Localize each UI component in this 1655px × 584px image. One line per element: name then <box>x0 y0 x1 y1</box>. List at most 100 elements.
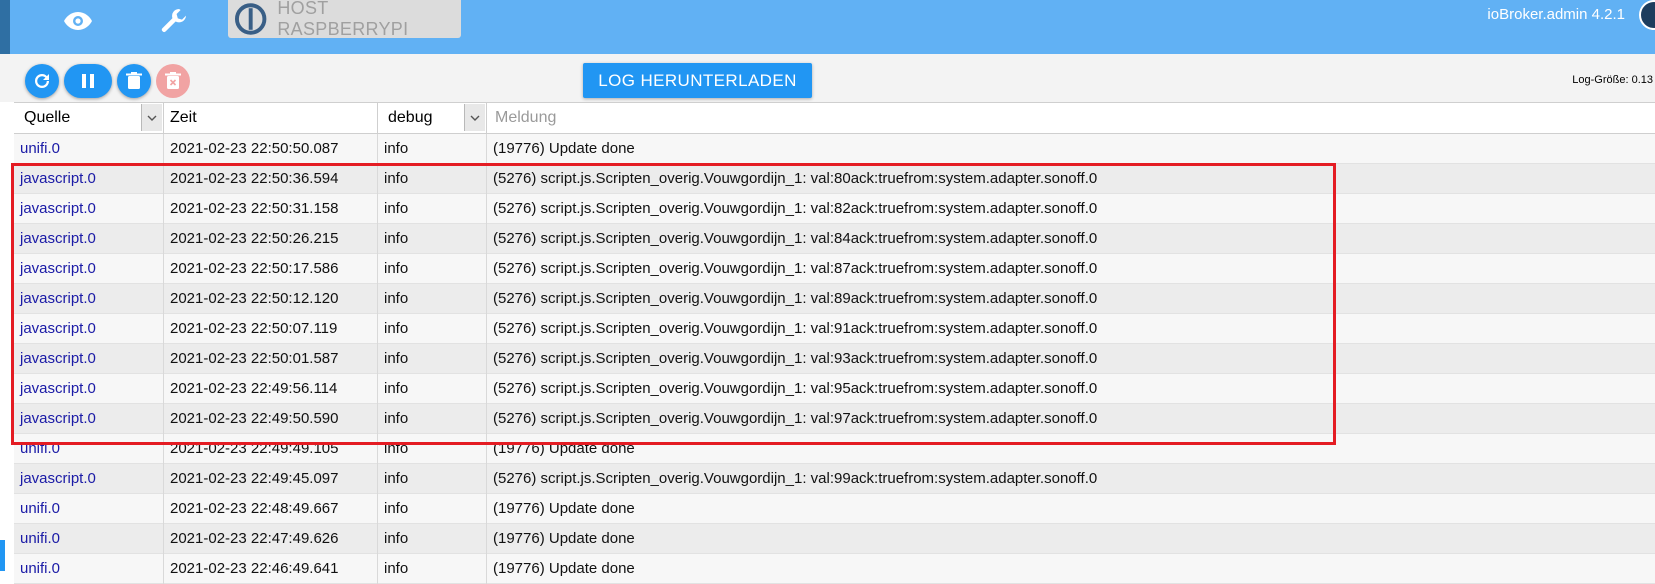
severity-filter-select[interactable]: debug <box>378 103 487 133</box>
log-time-cell: 2021-02-23 22:50:01.587 <box>164 344 378 374</box>
log-source-cell: unifi.0 <box>14 524 164 554</box>
table-row: javascript.0 2021-02-23 22:49:50.590 info (… <box>14 404 1655 434</box>
log-message-cell: (5276) script.js.Scripten_overig.Vouwgor… <box>493 410 1098 427</box>
log-message-cell: (5276) script.js.Scripten_overig.Vouwgor… <box>493 320 1098 337</box>
log-message-cell: (5276) script.js.Scripten_overig.Vouwgor… <box>493 290 1098 307</box>
table-row: unifi.0 2021-02-23 22:47:49.626 info (19776… <box>14 524 1655 554</box>
table-row: javascript.0 2021-02-23 22:50:31.158 info (… <box>14 194 1655 224</box>
trash-icon <box>126 72 142 89</box>
log-time-cell: 2021-02-23 22:49:50.590 <box>164 404 378 434</box>
source-filter-select[interactable]: Quelle <box>14 103 164 133</box>
log-message-cell: (5276) script.js.Scripten_overig.Vouwgor… <box>493 470 1098 487</box>
log-message-cell: (5276) script.js.Scripten_overig.Vouwgor… <box>493 260 1098 277</box>
log-source-cell: javascript.0 <box>14 374 164 404</box>
log-message-cell: (19776) Update done <box>493 440 635 457</box>
log-table: Quelle Zeit debug Meldung unifi.0 2021-02… <box>14 102 1655 584</box>
log-source-cell: javascript.0 <box>14 464 164 494</box>
log-message-cell: (5276) script.js.Scripten_overig.Vouwgor… <box>493 350 1098 367</box>
side-strip <box>0 0 10 54</box>
log-severity-cell: info <box>378 494 487 524</box>
log-severity-cell: info <box>378 554 487 584</box>
log-message-cell: (5276) script.js.Scripten_overig.Vouwgor… <box>493 230 1098 247</box>
log-source-cell: javascript.0 <box>14 404 164 434</box>
table-row: unifi.0 2021-02-23 22:46:49.641 info (19776… <box>14 554 1655 584</box>
log-source-cell: unifi.0 <box>14 134 164 164</box>
top-app-bar: HOST RASPBERRYPI ioBroker.admin 4.2.1 <box>0 0 1655 54</box>
table-row: javascript.0 2021-02-23 22:50:36.594 info (… <box>14 164 1655 194</box>
message-filter-input[interactable]: Meldung <box>487 103 1655 133</box>
refresh-icon <box>35 74 49 88</box>
log-severity-cell: info <box>378 374 487 404</box>
log-message-cell: (19776) Update done <box>493 530 635 547</box>
chevron-down-icon[interactable] <box>141 104 162 131</box>
refresh-button[interactable] <box>25 64 59 98</box>
table-row: javascript.0 2021-02-23 22:50:26.215 info (… <box>14 224 1655 254</box>
log-time-cell: 2021-02-23 22:50:07.119 <box>164 314 378 344</box>
log-time-cell: 2021-02-23 22:46:49.641 <box>164 554 378 584</box>
log-time-cell: 2021-02-23 22:50:17.586 <box>164 254 378 284</box>
severity-filter-value: debug <box>388 109 433 126</box>
eye-icon[interactable] <box>61 4 95 38</box>
delete-log-button[interactable] <box>117 64 151 98</box>
log-severity-cell: info <box>378 284 487 314</box>
log-message-cell: (19776) Update done <box>493 140 635 157</box>
log-source-cell: javascript.0 <box>14 164 164 194</box>
log-time-cell: 2021-02-23 22:50:50.087 <box>164 134 378 164</box>
log-source-cell: unifi.0 <box>14 434 164 464</box>
log-time-cell: 2021-02-23 22:50:12.120 <box>164 284 378 314</box>
log-severity-cell: info <box>378 224 487 254</box>
table-row: javascript.0 2021-02-23 22:50:07.119 info (… <box>14 314 1655 344</box>
chevron-down-icon[interactable] <box>464 104 485 131</box>
admin-version-title: ioBroker.admin 4.2.1 <box>1487 6 1625 23</box>
log-source-cell: javascript.0 <box>14 314 164 344</box>
log-source-cell: javascript.0 <box>14 284 164 314</box>
log-message-cell: (5276) script.js.Scripten_overig.Vouwgor… <box>493 170 1098 187</box>
delete-all-logs-button[interactable] <box>156 64 190 98</box>
log-time-cell: 2021-02-23 22:49:45.097 <box>164 464 378 494</box>
table-row: javascript.0 2021-02-23 22:50:12.120 info (… <box>14 284 1655 314</box>
log-time-cell: 2021-02-23 22:49:56.114 <box>164 374 378 404</box>
log-source-cell: javascript.0 <box>14 344 164 374</box>
log-severity-cell: info <box>378 404 487 434</box>
table-row: unifi.0 2021-02-23 22:50:50.087 info (19776… <box>14 134 1655 164</box>
avatar[interactable] <box>1639 0 1655 30</box>
time-column-header: Zeit <box>164 103 378 133</box>
log-source-cell: javascript.0 <box>14 194 164 224</box>
table-row: unifi.0 2021-02-23 22:49:49.105 info (19776… <box>14 434 1655 464</box>
message-filter-placeholder: Meldung <box>495 109 557 126</box>
log-severity-cell: info <box>378 314 487 344</box>
table-row: javascript.0 2021-02-23 22:50:17.586 info (… <box>14 254 1655 284</box>
filter-header-row: Quelle Zeit debug Meldung <box>14 102 1655 134</box>
log-severity-cell: info <box>378 524 487 554</box>
log-size-label: Log-Größe: 0.13 <box>1572 74 1653 86</box>
host-label: HOST RASPBERRYPI <box>277 0 409 39</box>
download-log-button[interactable]: LOG HERUNTERLADEN <box>583 63 812 98</box>
log-message-cell: (5276) script.js.Scripten_overig.Vouwgor… <box>493 200 1098 217</box>
table-row: javascript.0 2021-02-23 22:49:56.114 info (… <box>14 374 1655 404</box>
table-row: javascript.0 2021-02-23 22:50:01.587 info (… <box>14 344 1655 374</box>
log-message-cell: (5276) script.js.Scripten_overig.Vouwgor… <box>493 380 1098 397</box>
log-severity-cell: info <box>378 134 487 164</box>
log-severity-cell: info <box>378 344 487 374</box>
log-time-cell: 2021-02-23 22:50:36.594 <box>164 164 378 194</box>
trash-x-icon <box>165 72 181 89</box>
wrench-icon[interactable] <box>157 4 191 38</box>
host-selector[interactable]: HOST RASPBERRYPI <box>228 0 461 39</box>
pause-icon <box>82 74 94 88</box>
side-strip-bottom <box>0 540 5 571</box>
log-time-cell: 2021-02-23 22:47:49.626 <box>164 524 378 554</box>
log-message-cell: (19776) Update done <box>493 560 635 577</box>
log-severity-cell: info <box>378 194 487 224</box>
log-source-cell: unifi.0 <box>14 554 164 584</box>
log-time-cell: 2021-02-23 22:49:49.105 <box>164 434 378 464</box>
iobroker-logo <box>234 3 267 35</box>
log-rows: unifi.0 2021-02-23 22:50:50.087 info (19776… <box>14 134 1655 584</box>
log-severity-cell: info <box>378 164 487 194</box>
table-row: javascript.0 2021-02-23 22:49:45.097 info (… <box>14 464 1655 494</box>
log-source-cell: unifi.0 <box>14 494 164 524</box>
table-row: unifi.0 2021-02-23 22:48:49.667 info (19776… <box>14 494 1655 524</box>
log-toolbar: LOG HERUNTERLADEN Log-Größe: 0.13 <box>0 54 1655 102</box>
log-source-cell: javascript.0 <box>14 224 164 254</box>
pause-button[interactable] <box>64 64 112 98</box>
time-header-label: Zeit <box>170 109 197 126</box>
